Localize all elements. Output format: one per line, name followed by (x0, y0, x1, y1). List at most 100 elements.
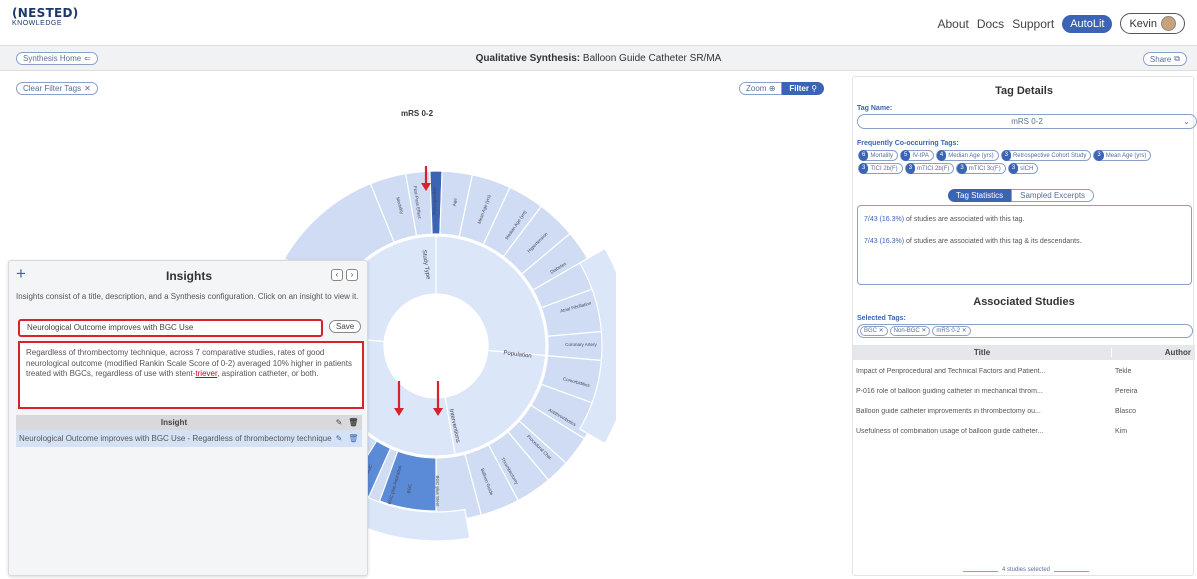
cooccurring-tag[interactable]: 3 Retrospective Cohort Study (1000, 150, 1092, 161)
insight-title-input[interactable]: Neurological Outcome improves with BGC U… (18, 319, 323, 337)
study-author: Kim (1115, 427, 1128, 435)
sub-bar: Qualitative Synthesis: Balloon Guide Cat… (0, 45, 1197, 71)
sunburst-title: mRS 0-2 (401, 109, 434, 118)
tab-tag-statistics[interactable]: Tag Statistics (948, 189, 1012, 202)
sunburst-outer-label: Retrospective (432, 187, 437, 215)
sunburst-outer-label: BGC plus Stent (435, 475, 440, 507)
cooccurring-tag-count: 3 (1001, 150, 1011, 161)
synthesis-home-label: Synthesis Home (23, 54, 82, 63)
table-row[interactable]: P-016 role of balloon guiding catheter i… (853, 381, 1195, 401)
tag-name-select[interactable]: mRS 0-2 ⌄ (857, 114, 1197, 129)
insight-text-part2: , aspiration catheter, or both. (217, 369, 319, 378)
selected-tag-bgc[interactable]: BGC ✕ (860, 326, 888, 336)
user-name: Kevin (1129, 17, 1157, 30)
stat2-text: of studies are associated with this tag … (904, 238, 1082, 245)
selected-tag-mrs[interactable]: mRS 0-2 ✕ (932, 326, 971, 336)
table-row[interactable]: Neurological Outcome improves with BGC U… (16, 430, 362, 447)
nav-support[interactable]: Support (1012, 17, 1054, 31)
tag-name-value: mRS 0-2 (1011, 117, 1043, 126)
cooccurring-tag-name: Mean Age (yrs) (1105, 152, 1147, 159)
logo-wordmark: (NESTED) (12, 6, 79, 20)
table-row[interactable]: Balloon guide catheter improvements in t… (853, 401, 1195, 421)
cooccurring-tag-count: 3 (1008, 163, 1019, 174)
cooccurring-tag-count: 3 (905, 163, 916, 174)
nav-docs[interactable]: Docs (977, 17, 1004, 31)
cooccurring-tag[interactable]: 3 sICH (1007, 163, 1039, 174)
clear-filter-tags-button[interactable]: Clear Filter Tags ✕ (16, 82, 98, 95)
cooccurring-tag[interactable]: 3 mTICI 3c(F) (956, 163, 1006, 174)
back-arrow-icon: ⇐ (84, 54, 91, 63)
cooccurring-tag-count: 3 (1094, 150, 1104, 161)
cooccurring-tag[interactable]: 3 mTICI 2b(F) (904, 163, 955, 174)
zoom-label: Zoom (746, 84, 767, 93)
page-title-bold: Qualitative Synthesis: (475, 53, 581, 64)
share-button[interactable]: Share ⧉ (1142, 52, 1187, 66)
selected-tags-label: Selected Tags: (857, 315, 906, 322)
zoom-button[interactable]: Zoom ⊕ (739, 82, 783, 95)
study-author: Blasco (1115, 407, 1137, 415)
study-title: Impact of Periprocedural and Technical F… (856, 367, 1046, 375)
user-menu-button[interactable]: Kevin (1120, 13, 1185, 34)
cooccurring-tag-count: 3 (859, 163, 869, 174)
tab-sampled-excerpts[interactable]: Sampled Excerpts (1011, 189, 1095, 202)
associated-studies-title: Associated Studies (973, 296, 1075, 308)
cooccurring-tag-name: Retrospective Cohort Study (1012, 152, 1087, 159)
share-icon: ⧉ (1174, 54, 1180, 63)
top-nav: About Docs Support AutoLit Kevin (937, 13, 1185, 34)
save-button[interactable]: Save (329, 320, 362, 333)
tag-details-title: Tag Details (995, 85, 1053, 97)
cooccurring-tag-name: Mortality (870, 152, 894, 159)
cooccurring-tag-name: sICH (1020, 165, 1034, 172)
insight-text-spellcheck: triever (195, 369, 218, 378)
tag-name-label: Tag Name: (857, 105, 893, 112)
study-title: Balloon guide catheter improvements in t… (856, 407, 1041, 415)
top-bar: (NESTED) KNOWLEDGE About Docs Support Au… (0, 0, 1197, 42)
cooccurring-tag[interactable]: 5 IV-tPA (900, 150, 934, 161)
cooccurring-label: Frequently Co-occurring Tags: (857, 140, 959, 147)
close-icon: ✕ (84, 84, 91, 93)
nested-knowledge-logo[interactable]: (NESTED) KNOWLEDGE (12, 7, 79, 27)
cooccurring-tags: 6 Mortality 5 IV-tPA 4 Median Age (yrs) 3 Retro… (858, 150, 1188, 174)
filter-button[interactable]: Filter ⚲ (782, 82, 825, 95)
title-column-header[interactable]: Title (853, 348, 1111, 357)
table-row[interactable]: Usefulness of combination usage of ballo… (853, 421, 1195, 441)
cooccurring-tag[interactable]: 4 Median Age (yrs) (935, 150, 999, 161)
author-column-header[interactable]: Author (1111, 348, 1195, 357)
insight-column-header: Insight (160, 418, 188, 427)
tag-details-tabs: Tag Statistics Sampled Excerpts (948, 189, 1095, 202)
stat-line-2: 7/43 (16.3%) of studies are associated w… (864, 236, 1185, 247)
cooccurring-tag-name: IV-tPA (912, 152, 929, 159)
stat2-number: 7/43 (16.3%) (864, 238, 905, 245)
insights-title: Insights (165, 269, 212, 283)
stat-line-1: 7/43 (16.3%) of studies are associated w… (864, 214, 1185, 225)
cooccurring-tag-count: 4 (936, 150, 947, 161)
zoom-filter-toggle: Zoom ⊕ Filter ⚲ (739, 82, 825, 95)
selected-tags-box: BGC ✕ Non-BGC ✕ mRS 0-2 ✕ (857, 324, 1193, 338)
edit-icon[interactable]: ✎ (336, 434, 343, 443)
study-title: Usefulness of combination usage of ballo… (856, 427, 1044, 435)
cooccurring-tag-name: Median Age (yrs) (948, 152, 994, 159)
synthesis-home-button[interactable]: Synthesis Home ⇐ (16, 52, 98, 65)
cooccurring-tag[interactable]: 3 Mean Age (yrs) (1093, 150, 1152, 161)
trash-icon[interactable]: 🗑 (348, 418, 358, 427)
table-row[interactable]: Impact of Periprocedural and Technical F… (853, 361, 1195, 381)
share-label: Share (1149, 54, 1172, 64)
studies-selected-count: 4 studies selected (963, 567, 1089, 579)
autolit-button[interactable]: AutoLit (1062, 14, 1113, 33)
edit-icon[interactable]: ✎ (336, 418, 343, 427)
insight-row-text: Neurological Outcome improves with BGC U… (19, 434, 332, 443)
selected-tag-non-bgc[interactable]: Non-BGC ✕ (889, 326, 931, 336)
cooccurring-tag-count: 3 (957, 163, 967, 174)
cooccurring-tag-name: mTICI 2b(F) (917, 165, 950, 172)
cooccurring-tag-count: 6 (859, 150, 869, 161)
insight-description-textarea[interactable]: Regardless of thrombectomy technique, ac… (18, 341, 364, 409)
next-icon[interactable]: › (346, 269, 358, 281)
trash-icon[interactable]: 🗑 (348, 434, 358, 443)
stat1-number: 7/43 (16.3%) (864, 216, 905, 223)
prev-icon[interactable]: ‹ (331, 269, 343, 281)
cooccurring-tag[interactable]: 6 Mortality (858, 150, 899, 161)
insights-panel: + Insights ‹ › Insights consist of a tit… (8, 260, 368, 576)
cooccurring-tag[interactable]: 3 TICI 2b(F) (858, 163, 903, 174)
nav-about[interactable]: About (937, 17, 968, 31)
chevron-down-icon: ⌄ (1183, 117, 1190, 126)
